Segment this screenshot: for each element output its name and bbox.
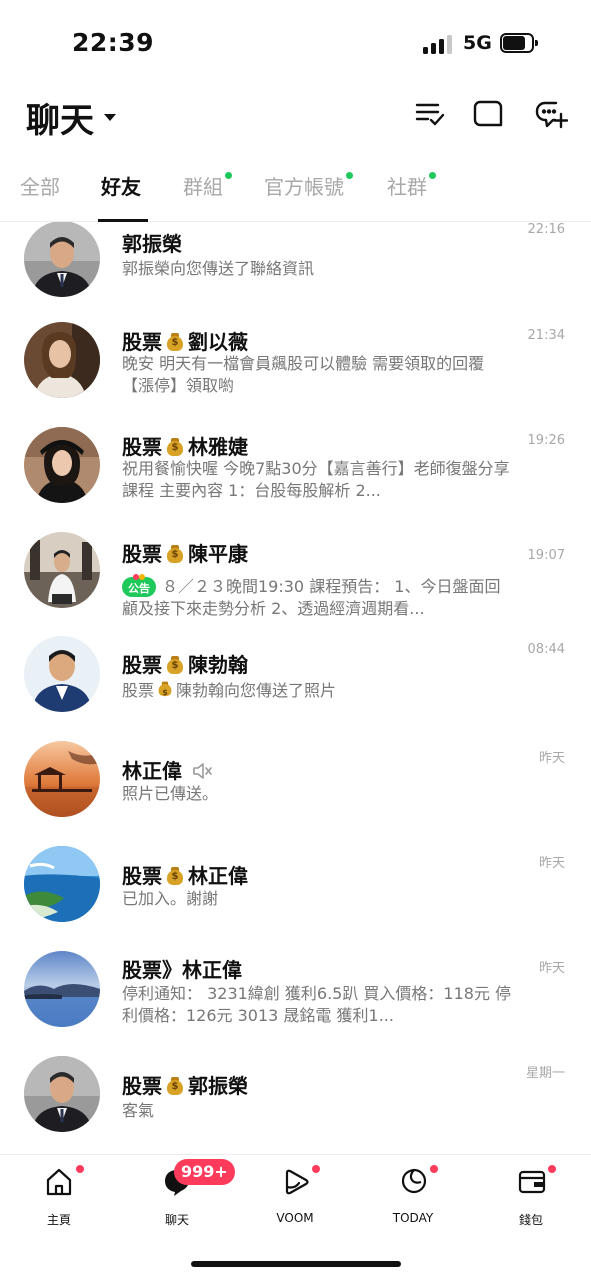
chat-preview: 停利通知： 3231緯創 獲利6.5趴 買入價格：118元 停利價格：126元 … bbox=[122, 984, 512, 1025]
avatar bbox=[24, 532, 100, 608]
chat-time: 昨天 bbox=[538, 856, 565, 871]
chat-preview: 祝用餐愉快喔 今晚7點30分【嘉言善行】老師復盤分享課程 主要內容 1：台股每股… bbox=[122, 459, 510, 500]
nav-home[interactable]: 主頁 bbox=[14, 1163, 104, 1227]
chat-name: 股票 $ 陳勃翰 bbox=[122, 653, 248, 677]
avatar bbox=[24, 427, 100, 503]
tab-official-accounts[interactable]: 官方帳號 bbox=[264, 171, 353, 200]
money-bag-icon: $ bbox=[166, 865, 184, 885]
chat-preview: 照片已傳送。 bbox=[122, 784, 219, 803]
avatar bbox=[24, 636, 100, 712]
mute-icon bbox=[192, 761, 212, 785]
home-indicator[interactable] bbox=[191, 1261, 401, 1267]
open-chat-icon[interactable] bbox=[472, 98, 504, 130]
header: 聊天 bbox=[0, 80, 591, 150]
avatar bbox=[24, 222, 100, 297]
notification-dot bbox=[430, 1165, 438, 1173]
status-bar: 22:39 5G bbox=[0, 0, 591, 80]
chat-time: 星期一 bbox=[525, 1066, 565, 1081]
nav-today[interactable]: TODAY bbox=[368, 1163, 458, 1225]
status-time: 22:39 bbox=[72, 28, 155, 57]
chat-preview: 郭振榮向您傳送了聯絡資訊 bbox=[122, 259, 315, 278]
chat-name: 林正偉 bbox=[122, 755, 212, 785]
wallet-icon bbox=[518, 1170, 546, 1194]
notification-dot bbox=[548, 1165, 556, 1173]
chat-item[interactable]: 股票 $ 林正偉 昨天 已加入。謝謝 bbox=[0, 846, 591, 946]
chat-item[interactable]: 林正偉 昨天 照片已傳送。 bbox=[0, 741, 591, 841]
tab-groups[interactable]: 群組 bbox=[183, 171, 232, 200]
money-bag-icon: $ bbox=[158, 680, 172, 698]
chat-item[interactable]: 股票 $ 林雅婕 19:26 祝用餐愉快喔 今晚7點30分【嘉言善行】老師復盤分享課… bbox=[0, 427, 591, 527]
edit-list-icon[interactable] bbox=[414, 98, 446, 130]
chat-name: 股票 $ 林正偉 bbox=[122, 864, 248, 888]
chat-item[interactable]: 股票 $ 陳勃翰 08:44 股票 $ 陳勃翰向您傳送了照片 bbox=[0, 636, 591, 736]
money-bag-icon: $ bbox=[166, 436, 184, 456]
money-bag-icon: $ bbox=[166, 331, 184, 351]
chat-name: 股票 $ 郭振榮 bbox=[122, 1074, 248, 1098]
chat-time: 21:34 bbox=[527, 328, 565, 343]
voom-icon bbox=[285, 1169, 309, 1195]
chat-time: 22:16 bbox=[527, 222, 565, 237]
chat-name: 股票 $ 林雅婕 bbox=[122, 435, 248, 459]
battery-icon bbox=[500, 33, 538, 53]
tab-all[interactable]: 全部 bbox=[20, 171, 60, 200]
chat-item[interactable]: 股票 $ 郭振榮 星期一 客氣 bbox=[0, 1056, 591, 1154]
chat-name: 股票 $ 陳平康 bbox=[122, 542, 248, 566]
avatar bbox=[24, 322, 100, 398]
svg-text:公告: 公告 bbox=[128, 581, 150, 595]
chat-item[interactable]: 股票》林正偉 昨天 停利通知： 3231緯創 獲利6.5趴 買入價格：118元 … bbox=[0, 951, 591, 1051]
chat-time: 昨天 bbox=[538, 751, 565, 766]
notification-dot bbox=[76, 1165, 84, 1173]
chat-item[interactable]: 股票 $ 劉以薇 21:34 晚安 明天有一檔會員飆股可以體驗 需要領取的回覆【漲停… bbox=[0, 322, 591, 422]
chat-time: 昨天 bbox=[538, 961, 565, 976]
unread-count-badge: 999+ bbox=[174, 1159, 235, 1185]
tab-communities[interactable]: 社群 bbox=[387, 171, 436, 200]
notification-dot bbox=[312, 1165, 320, 1173]
page-title: 聊天 bbox=[26, 101, 94, 141]
new-dot bbox=[346, 172, 353, 179]
chat-filter-tabs: 全部 好友 群組 官方帳號 社群 bbox=[0, 160, 591, 222]
chat-name: 股票》林正偉 bbox=[122, 958, 242, 982]
avatar bbox=[24, 846, 100, 922]
nav-voom[interactable]: VOOM bbox=[250, 1163, 340, 1225]
money-bag-icon: $ bbox=[166, 543, 184, 563]
avatar bbox=[24, 1056, 100, 1132]
chat-preview: 客氣 bbox=[122, 1101, 155, 1120]
money-bag-icon: $ bbox=[166, 654, 184, 674]
chat-time: 19:07 bbox=[527, 548, 565, 563]
caret-down-icon bbox=[104, 114, 116, 121]
network-label: 5G bbox=[463, 32, 492, 54]
chat-preview: 公告 ８／２３晚間19:30 課程預告： 1、今日盤面回顧及接下來走勢分析 2、透… bbox=[122, 573, 512, 620]
avatar bbox=[24, 741, 100, 817]
chat-list[interactable]: 郭振榮 22:16 郭振榮向您傳送了聯絡資訊 股票 $ 劉以薇 21:34 晚安 明… bbox=[0, 222, 591, 1154]
signal-icon bbox=[423, 34, 455, 54]
new-dot bbox=[225, 172, 232, 179]
chat-preview: 晚安 明天有一檔會員飆股可以體驗 需要領取的回覆【漲停】領取喲 bbox=[122, 354, 485, 395]
tab-friends[interactable]: 好友 bbox=[101, 171, 141, 200]
avatar bbox=[24, 951, 100, 1027]
chat-preview: 已加入。謝謝 bbox=[122, 889, 219, 908]
money-bag-icon: $ bbox=[166, 1075, 184, 1095]
today-icon bbox=[401, 1168, 427, 1194]
chat-preview: 股票 $ 陳勃翰向您傳送了照片 bbox=[122, 680, 337, 700]
chat-name: 股票 $ 劉以薇 bbox=[122, 330, 248, 354]
new-dot bbox=[429, 172, 436, 179]
announcement-icon: 公告 bbox=[122, 573, 156, 597]
chat-time: 19:26 bbox=[527, 433, 565, 448]
new-chat-icon[interactable] bbox=[534, 98, 569, 130]
title-dropdown[interactable]: 聊天 bbox=[26, 93, 116, 142]
nav-wallet[interactable]: 錢包 bbox=[486, 1163, 576, 1227]
chat-name: 郭振榮 bbox=[122, 232, 182, 256]
chat-item[interactable]: 股票 $ 陳平康 19:07 公告 ８／２３晚間19:30 課程預告： 1、今日盤面回… bbox=[0, 532, 591, 632]
home-icon bbox=[46, 1168, 72, 1196]
chat-item[interactable]: 郭振榮 22:16 郭振榮向您傳送了聯絡資訊 bbox=[0, 222, 591, 322]
chat-time: 08:44 bbox=[527, 642, 565, 657]
